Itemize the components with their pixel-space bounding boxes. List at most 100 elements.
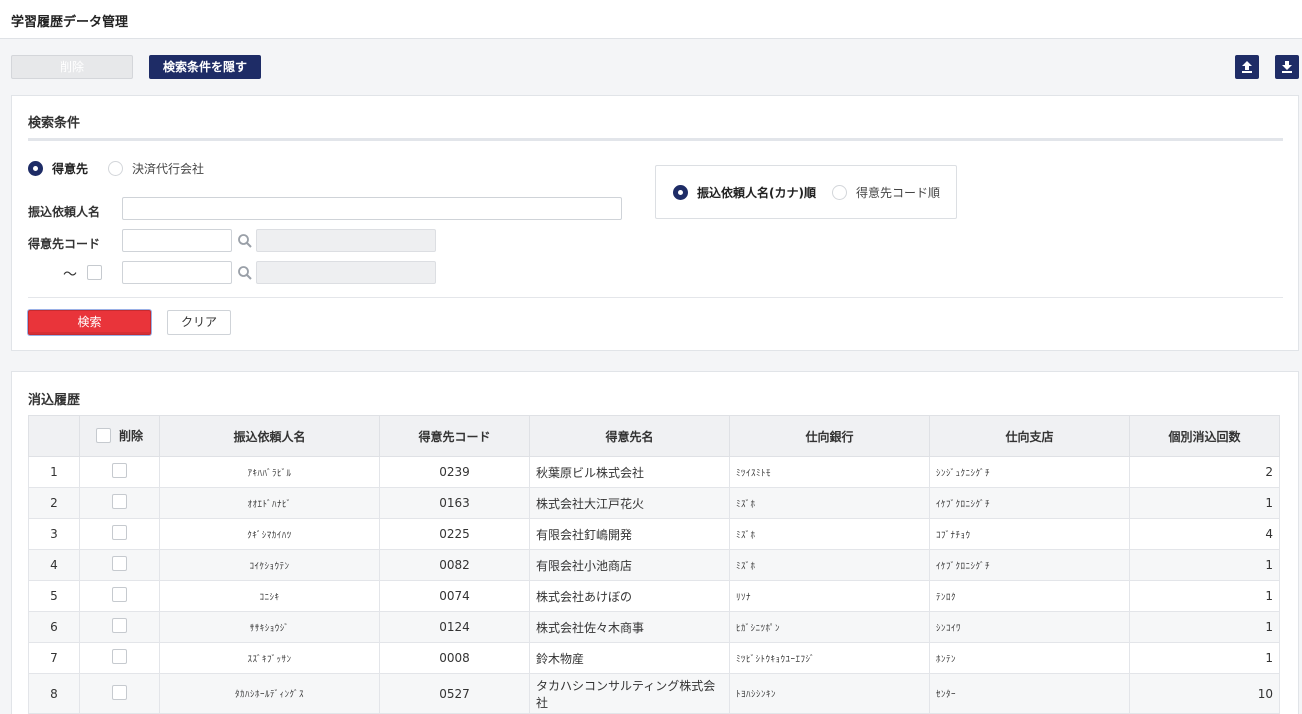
branch-cell: ﾎﾝﾃﾝ: [929, 642, 1130, 674]
customer-code-cell: 0527: [379, 673, 530, 714]
branch-cell: ｼﾝｼﾞｭｸﾆｼｸﾞﾁ: [929, 456, 1130, 488]
row-number: 6: [28, 611, 80, 643]
bank-cell: ﾐｽﾞﾎ: [729, 518, 930, 550]
radio-sort-kana[interactable]: 振込依頼人名(カナ)順: [673, 184, 816, 201]
column-header-row-number: [28, 415, 80, 457]
row-number: 1: [28, 456, 80, 488]
bank-cell: ﾐﾂﾋﾞｼﾄｳｷｮｳﾕｰｴﾌｼﾞ: [729, 642, 930, 674]
clear-button[interactable]: クリア: [167, 310, 231, 335]
upload-button[interactable]: [1235, 55, 1259, 79]
row-delete-cell: [79, 518, 160, 550]
customer-code-cell: 0163: [379, 487, 530, 519]
history-table: 削除 振込依頼人名 得意先コード 得意先名 仕向銀行 仕向支店 個別消込回数 1…: [28, 415, 1280, 714]
count-cell: 1: [1129, 580, 1280, 612]
row-delete-checkbox[interactable]: [112, 556, 127, 571]
hide-search-conditions-button[interactable]: 検索条件を隠す: [149, 55, 261, 79]
column-header-bank[interactable]: 仕向銀行: [729, 415, 930, 457]
payer-name-cell: ｱｷﾊﾊﾞﾗﾋﾞﾙ: [159, 456, 380, 488]
table-row[interactable]: 5 ｺﾆｼｷ 0074 株式会社あけぼの ﾘｿﾅ ﾃﾝﾛｸ 1: [28, 580, 1280, 612]
page-title: 学習履歴データ管理: [11, 15, 129, 30]
count-cell: 2: [1129, 456, 1280, 488]
range-checkbox[interactable]: [87, 265, 102, 280]
count-cell: 1: [1129, 642, 1280, 674]
table-row[interactable]: 6 ｻｻｷｼｮｳｼﾞ 0124 株式会社佐々木商事 ﾋｶﾞｼﾆﾂﾎﾟﾝ ｼﾝｺｲ…: [28, 611, 1280, 643]
payer-name-cell: ﾀｶﾊｼﾎｰﾙﾃﾞｨﾝｸﾞｽ: [159, 673, 380, 714]
customer-code-cell: 0124: [379, 611, 530, 643]
branch-cell: ｼﾝｺｲﾜ: [929, 611, 1130, 643]
row-delete-cell: [79, 611, 160, 643]
customer-name-cell: タカハシコンサルティング株式会社: [529, 673, 730, 714]
column-header-count[interactable]: 個別消込回数: [1129, 415, 1280, 457]
radio-dot: [108, 161, 123, 176]
bank-cell: ﾘｿﾅ: [729, 580, 930, 612]
radio-dot: [673, 185, 688, 200]
header-bar: 学習履歴データ管理: [0, 0, 1302, 39]
payer-name-cell: ｽｽﾞｷﾌﾞｯｻﾝ: [159, 642, 380, 674]
row-delete-checkbox[interactable]: [112, 587, 127, 602]
row-number: 7: [28, 642, 80, 674]
count-cell: 10: [1129, 673, 1280, 714]
customer-code-cell: 0074: [379, 580, 530, 612]
radio-payment-agency[interactable]: 決済代行会社: [108, 160, 204, 177]
row-delete-checkbox[interactable]: [112, 463, 127, 478]
row-delete-checkbox[interactable]: [112, 684, 127, 700]
search-icon[interactable]: [237, 233, 253, 249]
bank-cell: ﾋｶﾞｼﾆﾂﾎﾟﾝ: [729, 611, 930, 643]
row-delete-checkbox[interactable]: [112, 525, 127, 540]
customer-code-cell: 0225: [379, 518, 530, 550]
column-header-customer-code[interactable]: 得意先コード: [379, 415, 530, 457]
payer-name-cell: ｺｲｹｼｮｳﾃﾝ: [159, 549, 380, 581]
row-number: 2: [28, 487, 80, 519]
row-delete-cell: [79, 580, 160, 612]
branch-cell: ｺﾌﾞﾅﾁｮｳ: [929, 518, 1130, 550]
table-row[interactable]: 3 ｸｷﾞｼﾏｶｲﾊﾂ 0225 有限会社釘嶋開発 ﾐｽﾞﾎ ｺﾌﾞﾅﾁｮｳ 4: [28, 518, 1280, 550]
customer-name-cell: 有限会社釘嶋開発: [529, 518, 730, 550]
row-delete-checkbox[interactable]: [112, 494, 127, 509]
column-header-branch[interactable]: 仕向支店: [929, 415, 1130, 457]
branch-cell: ｾﾝﾀｰ: [929, 673, 1130, 714]
radio-dot: [28, 161, 43, 176]
customer-name-cell: 株式会社大江戸花火: [529, 487, 730, 519]
payer-name-input[interactable]: [122, 197, 622, 220]
row-delete-checkbox[interactable]: [112, 649, 127, 664]
bank-cell: ﾐｽﾞﾎ: [729, 549, 930, 581]
payer-name-cell: ｵｵｴﾄﾞﾊﾅﾋﾞ: [159, 487, 380, 519]
select-all-checkbox[interactable]: [95, 427, 111, 443]
download-button[interactable]: [1275, 55, 1299, 79]
row-number: 4: [28, 549, 80, 581]
row-delete-cell: [79, 673, 160, 714]
column-header-customer-name[interactable]: 得意先名: [529, 415, 730, 457]
table-row[interactable]: 1 ｱｷﾊﾊﾞﾗﾋﾞﾙ 0239 秋葉原ビル株式会社 ﾐﾂｲｽﾐﾄﾓ ｼﾝｼﾞｭ…: [28, 456, 1280, 488]
table-row[interactable]: 4 ｺｲｹｼｮｳﾃﾝ 0082 有限会社小池商店 ﾐｽﾞﾎ ｲｹﾌﾞｸﾛﾆｼｸﾞ…: [28, 549, 1280, 581]
row-delete-cell: [79, 456, 160, 488]
search-icon[interactable]: [237, 265, 253, 281]
row-delete-cell: [79, 549, 160, 581]
column-header-payer-name[interactable]: 振込依頼人名: [159, 415, 380, 457]
sort-order-group: 振込依頼人名(カナ)順 得意先コード順: [655, 165, 957, 219]
divider: [28, 297, 1283, 298]
row-delete-cell: [79, 487, 160, 519]
row-delete-cell: [79, 642, 160, 674]
delete-button[interactable]: 削除: [11, 55, 133, 79]
customer-code-cell: 0239: [379, 456, 530, 488]
branch-cell: ｲｹﾌﾞｸﾛﾆｼｸﾞﾁ: [929, 487, 1130, 519]
radio-customer-label: 得意先: [52, 162, 89, 176]
radio-sort-kana-label: 振込依頼人名(カナ)順: [697, 186, 816, 200]
bank-cell: ﾐｽﾞﾎ: [729, 487, 930, 519]
customer-name-from-display: [256, 229, 436, 252]
radio-customer[interactable]: 得意先: [28, 160, 88, 177]
radio-dot: [832, 185, 847, 200]
table-row[interactable]: 8 ﾀｶﾊｼﾎｰﾙﾃﾞｨﾝｸﾞｽ 0527 タカハシコンサルティング株式会社 ﾄ…: [28, 673, 1280, 714]
customer-name-cell: 株式会社佐々木商事: [529, 611, 730, 643]
row-number: 3: [28, 518, 80, 550]
row-delete-checkbox[interactable]: [112, 618, 127, 633]
table-row[interactable]: 2 ｵｵｴﾄﾞﾊﾅﾋﾞ 0163 株式会社大江戸花火 ﾐｽﾞﾎ ｲｹﾌﾞｸﾛﾆｼ…: [28, 487, 1280, 519]
branch-cell: ﾃﾝﾛｸ: [929, 580, 1130, 612]
search-button[interactable]: 検索: [28, 310, 151, 335]
payer-name-cell: ｻｻｷｼｮｳｼﾞ: [159, 611, 380, 643]
customer-code-to-input[interactable]: [122, 261, 232, 284]
customer-code-from-input[interactable]: [122, 229, 232, 252]
table-row[interactable]: 7 ｽｽﾞｷﾌﾞｯｻﾝ 0008 鈴木物産 ﾐﾂﾋﾞｼﾄｳｷｮｳﾕｰｴﾌｼﾞ ﾎ…: [28, 642, 1280, 674]
radio-sort-code[interactable]: 得意先コード順: [832, 184, 940, 201]
upload-icon: [1242, 61, 1252, 73]
